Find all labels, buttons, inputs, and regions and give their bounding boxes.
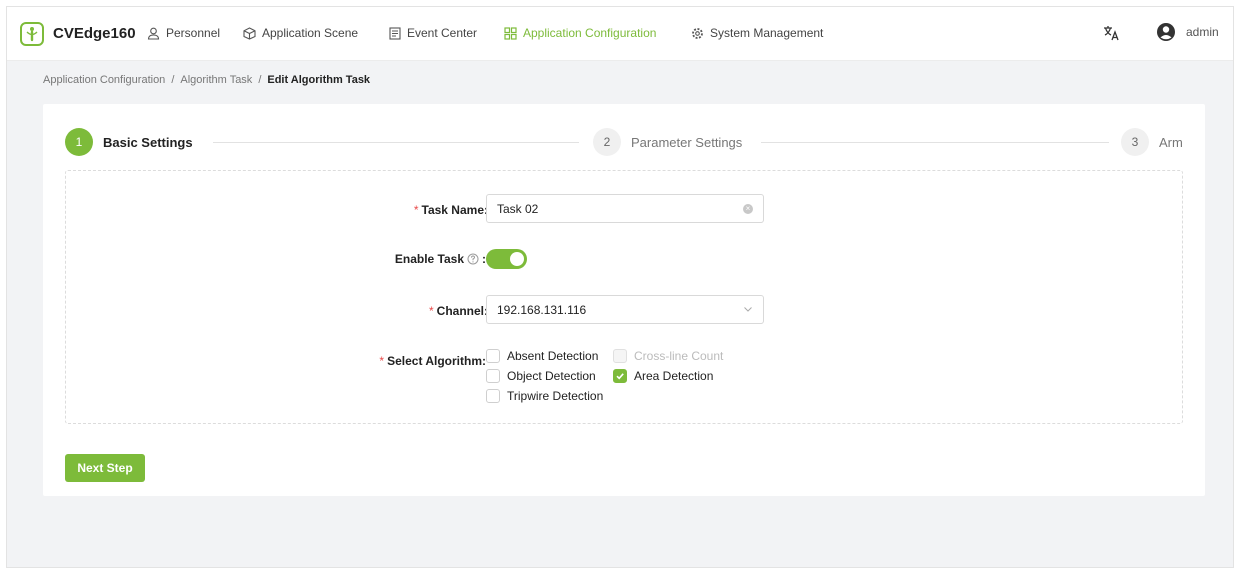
algorithm-option-object-detection[interactable]: Object Detection (486, 369, 596, 383)
nav-system-management[interactable]: System Management (691, 26, 823, 40)
help-icon[interactable] (467, 253, 479, 265)
channel-label: *Channel: (428, 304, 488, 318)
next-step-button[interactable]: Next Step (65, 454, 145, 482)
form-container: *Task Name: Task 02 × Enable Task : (65, 170, 1183, 424)
checkbox-label: Tripwire Detection (507, 389, 604, 403)
grid-icon (504, 26, 517, 40)
step-connector (761, 142, 1109, 143)
task-name-input[interactable]: Task 02 × (486, 194, 764, 223)
breadcrumb: Application Configuration / Algorithm Ta… (43, 74, 370, 86)
check-icon (616, 373, 624, 380)
checkbox-checked[interactable] (613, 369, 627, 383)
required-mark: * (428, 304, 434, 318)
task-name-value: Task 02 (497, 201, 539, 216)
chevron-down-icon (744, 307, 752, 312)
step-label: Basic Settings (103, 134, 193, 150)
step-number: 3 (1121, 128, 1149, 156)
required-mark: * (413, 203, 419, 217)
step-basic-settings: 1 Basic Settings (65, 128, 193, 156)
step-label: Arm (1159, 134, 1183, 150)
breadcrumb-item[interactable]: Application Configuration (43, 74, 165, 86)
algorithm-option-absent-detection[interactable]: Absent Detection (486, 349, 598, 363)
translate-icon (1104, 26, 1119, 41)
checkbox (613, 349, 627, 363)
breadcrumb-item[interactable]: Algorithm Task (180, 74, 252, 86)
checkbox-label: Absent Detection (507, 349, 599, 363)
nav-application-scene[interactable]: Application Scene (243, 26, 358, 40)
checkbox-label: Cross-line Count (634, 349, 724, 363)
nav-application-scene-label: Application Scene (262, 26, 359, 40)
step-arm: 3 Arm (1121, 128, 1183, 156)
enable-task-label: Enable Task : (394, 252, 486, 266)
algorithm-option-area-detection[interactable]: Area Detection (613, 369, 713, 383)
enable-task-toggle[interactable] (486, 249, 527, 269)
nav-personnel-label: Personnel (166, 26, 221, 40)
checkbox[interactable] (486, 369, 500, 383)
nav-event-center-label: Event Center (407, 26, 478, 40)
gear-icon (692, 27, 703, 39)
logo-icon (20, 22, 44, 46)
username: admin (1186, 25, 1219, 39)
step-label: Parameter Settings (631, 134, 743, 150)
nav-personnel[interactable]: Personnel (147, 26, 220, 40)
step-parameter-settings: 2 Parameter Settings (593, 128, 742, 156)
toggle-knob (510, 252, 524, 266)
nav-application-configuration[interactable]: Application Configuration (504, 26, 656, 40)
required-mark: * (379, 354, 385, 368)
checkbox-label: Area Detection (634, 369, 714, 383)
checkbox[interactable] (486, 349, 500, 363)
nav-event-center[interactable]: Event Center (389, 26, 477, 40)
cube-icon (243, 26, 256, 40)
checkbox-label: Object Detection (507, 369, 596, 383)
algorithm-option-cross-line-count: Cross-line Count (613, 349, 723, 363)
channel-value: 192.168.131.116 (497, 302, 587, 317)
breadcrumb-separator: / (258, 74, 262, 86)
top-nav-bar: CVEdge160 Personnel Application Scene Ev… (7, 7, 1233, 61)
main-card: 1 Basic Settings 2 Parameter Settings 3 … (43, 104, 1205, 496)
step-connector (213, 142, 579, 143)
clear-icon[interactable]: × (743, 204, 753, 214)
language-button[interactable] (1102, 24, 1120, 45)
channel-select[interactable]: 192.168.131.116 (486, 295, 764, 324)
step-number: 2 (593, 128, 621, 156)
user-menu[interactable]: admin (1156, 22, 1219, 42)
user-icon (147, 27, 160, 40)
algorithm-option-tripwire-detection[interactable]: Tripwire Detection (486, 389, 603, 403)
breadcrumb-separator: / (171, 74, 175, 86)
task-name-label: *Task Name: (413, 203, 488, 217)
breadcrumb-current: Edit Algorithm Task (267, 74, 371, 86)
account-circle-icon (1157, 23, 1175, 41)
nav-system-management-label: System Management (710, 26, 824, 40)
list-icon (389, 26, 401, 40)
step-number: 1 (65, 128, 93, 156)
app-frame: CVEdge160 Personnel Application Scene Ev… (6, 6, 1234, 568)
brand-name: CVEdge160 (53, 25, 136, 42)
select-algorithm-label: * Select Algorithm: (379, 354, 486, 368)
checkbox[interactable] (486, 389, 500, 403)
nav-application-configuration-label: Application Configuration (523, 26, 657, 40)
